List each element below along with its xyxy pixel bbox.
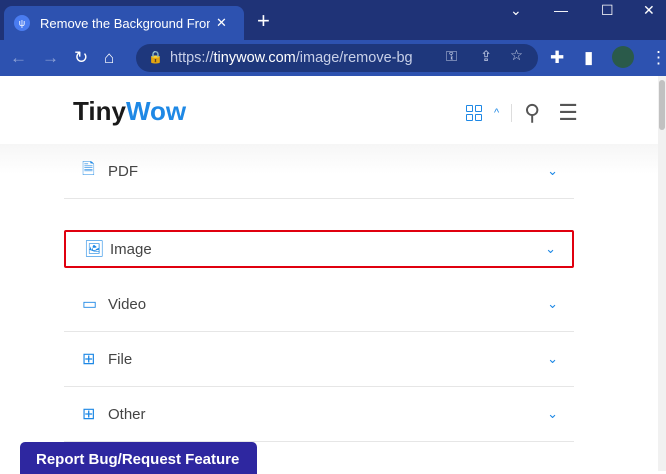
menu-item-file[interactable]: ⊞ File ⌄	[64, 332, 574, 387]
scrollbar[interactable]	[658, 76, 666, 471]
tinywow-logo[interactable]: TinyWow	[73, 96, 186, 127]
grid-icon: ⊞	[82, 351, 96, 368]
share-icon[interactable]: ⇪	[480, 49, 492, 65]
hamburger-menu-icon[interactable]: ☰	[558, 100, 578, 126]
menu-item-pdf[interactable]: 🗎 PDF ⌄	[64, 144, 574, 199]
chevron-down-icon: ⌄	[547, 406, 558, 421]
address-bar[interactable]: 🔒 https://tinywow.com/image/remove-bg ⚿ …	[136, 44, 538, 72]
chevron-down-icon: ⌄	[545, 241, 556, 256]
chevron-down-icon: ⌄	[547, 163, 558, 178]
close-tab-icon[interactable]: ✕	[216, 15, 227, 31]
divider	[511, 104, 513, 122]
close-window-button[interactable]: ✕	[643, 2, 655, 19]
menu-item-image[interactable]: 🖼 Image ⌄	[64, 230, 574, 268]
report-bug-button[interactable]: Report Bug/Request Feature	[20, 442, 257, 474]
lock-icon: 🔒	[148, 50, 163, 64]
tab-title: Remove the Background From an Image	[40, 15, 210, 31]
scrollbar-thumb[interactable]	[659, 80, 665, 130]
tab-bar: ψ Remove the Background From an Image ✕ …	[0, 0, 666, 40]
logo-text-a: Tiny	[73, 96, 126, 126]
chevron-down-icon: ⌄	[547, 296, 558, 311]
sidepanel-icon[interactable]: ▮	[584, 48, 593, 68]
browser-toolbar: ← → ↻ ⌂ 🔒 https://tinywow.com/image/remo…	[0, 40, 666, 76]
menu-label: Video	[108, 295, 147, 313]
menu-item-video[interactable]: ▭ Video ⌄	[64, 277, 574, 332]
more-menu-icon[interactable]: ⋮	[650, 48, 666, 68]
chevron-up-icon[interactable]: ^	[494, 107, 499, 119]
menu-label: Image	[110, 240, 152, 258]
forward-icon[interactable]: →	[42, 48, 59, 68]
search-icon[interactable]: ⚲	[524, 100, 540, 126]
url-scheme: https://	[170, 50, 214, 66]
key-icon[interactable]: ⚿	[446, 49, 457, 65]
star-icon[interactable]: ☆	[510, 48, 523, 64]
menu-item-other[interactable]: ⊞ Other ⌄	[64, 387, 574, 442]
home-icon[interactable]: ⌂	[104, 48, 114, 68]
favicon-icon: ψ	[14, 15, 30, 31]
url-host: tinywow.com	[213, 50, 296, 66]
back-icon[interactable]: ←	[10, 48, 27, 68]
image-icon: 🖼	[84, 241, 105, 258]
url-path: /image/remove-bg	[295, 50, 413, 66]
extensions-icon[interactable]: ✚	[550, 48, 564, 68]
reload-icon[interactable]: ↻	[74, 48, 88, 68]
grid-icon: ⊞	[82, 406, 96, 423]
tab-search-icon[interactable]: ⌄	[510, 2, 522, 19]
menu-label: PDF	[108, 162, 138, 180]
menu-label: File	[108, 350, 133, 368]
minimize-button[interactable]: —	[554, 2, 568, 18]
chevron-down-icon: ⌄	[547, 351, 558, 366]
new-tab-button[interactable]: +	[257, 8, 270, 34]
logo-text-b: Wow	[125, 96, 187, 126]
video-icon: ▭	[82, 296, 98, 313]
tools-menu: 🗎 PDF ⌄ 🖼 Image ⌄ ▭ Video ⌄ ⊞ File ⌄ ⊞ Other ⌄	[0, 144, 658, 474]
page: TinyWow ^ ⚲ ☰ 🗎 PDF ⌄ 🖼 Image ⌄ ▭ Video ⌄ ⊞ Fil…	[0, 76, 658, 474]
file-icon: 🗎	[82, 160, 95, 178]
maximize-button[interactable]: ☐	[601, 2, 614, 19]
avatar[interactable]	[612, 46, 634, 68]
tools-grid-icon[interactable]	[466, 105, 482, 121]
browser-tab[interactable]: ψ Remove the Background From an Image ✕	[4, 6, 244, 40]
menu-label: Other	[108, 405, 146, 423]
